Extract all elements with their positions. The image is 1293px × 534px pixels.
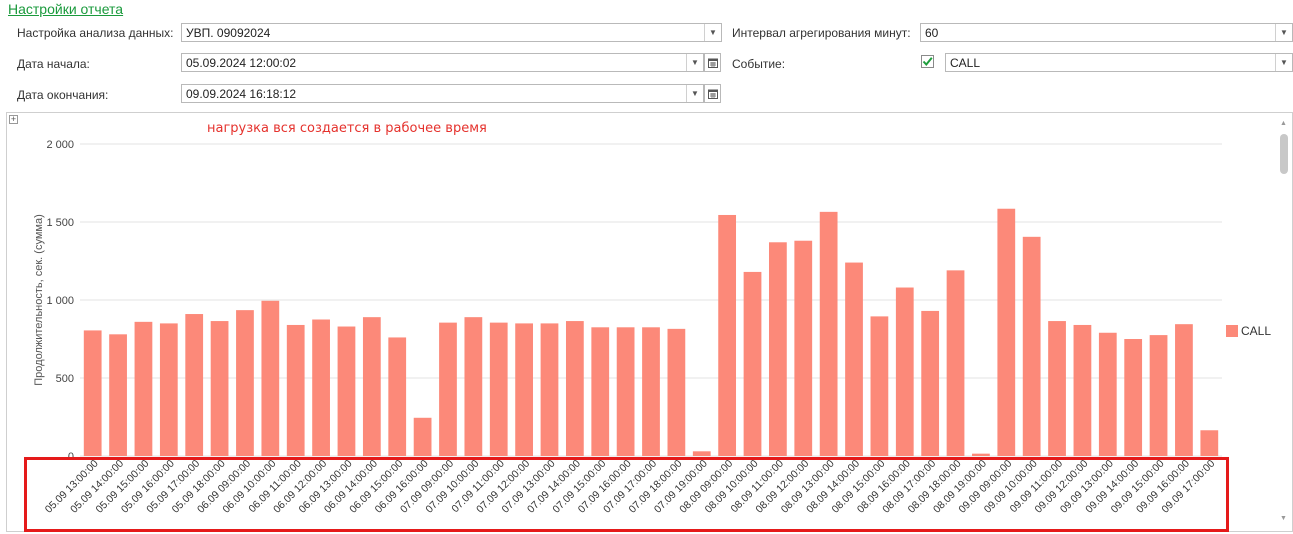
bar bbox=[439, 322, 457, 456]
bar bbox=[286, 324, 305, 456]
y-axis-label: Продолжительность, сек. (сумма) bbox=[33, 214, 45, 386]
scrollbar-thumb[interactable] bbox=[1280, 134, 1288, 174]
bar bbox=[845, 262, 863, 456]
bar-chart: 05001 0001 5002 000Продолжительность, се… bbox=[33, 139, 1222, 516]
bar bbox=[464, 317, 483, 456]
bar bbox=[489, 322, 508, 456]
scroll-up-icon[interactable]: ▲ bbox=[1280, 120, 1287, 127]
legend-label: CALL bbox=[1241, 324, 1272, 338]
bar bbox=[616, 327, 635, 456]
bar bbox=[159, 323, 178, 456]
highlight-frame bbox=[24, 457, 1229, 532]
bar bbox=[1022, 236, 1041, 456]
bar bbox=[921, 310, 940, 456]
bar bbox=[185, 314, 204, 456]
bar bbox=[109, 334, 127, 456]
bar bbox=[210, 321, 229, 456]
bar bbox=[337, 326, 356, 456]
bar bbox=[667, 328, 686, 456]
bar bbox=[718, 214, 737, 456]
bar bbox=[236, 310, 254, 456]
bar bbox=[1124, 339, 1143, 456]
chart-annotation: нагрузка вся создается в рабочее время bbox=[207, 121, 487, 136]
bar bbox=[895, 287, 914, 456]
bar bbox=[794, 240, 813, 456]
bar bbox=[362, 317, 381, 456]
bar bbox=[1200, 430, 1219, 456]
bar bbox=[388, 337, 407, 456]
bar bbox=[997, 208, 1016, 456]
legend-swatch bbox=[1226, 325, 1238, 337]
bar bbox=[565, 321, 584, 456]
y-tick-label: 1 000 bbox=[46, 295, 74, 307]
y-tick-label: 500 bbox=[56, 373, 74, 385]
bar bbox=[1098, 332, 1117, 456]
bar bbox=[134, 321, 153, 456]
scroll-down-icon[interactable]: ▼ bbox=[1280, 515, 1287, 522]
bar bbox=[819, 211, 838, 456]
bar bbox=[769, 242, 787, 456]
bar bbox=[261, 300, 280, 456]
bar bbox=[692, 451, 711, 456]
bar bbox=[870, 316, 889, 456]
bar bbox=[972, 453, 990, 456]
y-tick-label: 2 000 bbox=[46, 139, 74, 151]
bar bbox=[946, 270, 965, 456]
bar bbox=[1175, 324, 1193, 456]
bar bbox=[743, 271, 762, 456]
bar bbox=[83, 330, 102, 456]
bar bbox=[642, 327, 660, 456]
bar bbox=[413, 417, 432, 456]
bar bbox=[312, 319, 330, 456]
bar bbox=[1048, 321, 1066, 456]
bar bbox=[1073, 324, 1092, 456]
bar bbox=[540, 323, 559, 456]
bar bbox=[591, 327, 610, 456]
bar bbox=[515, 323, 533, 456]
y-tick-label: 1 500 bbox=[46, 217, 74, 229]
bar bbox=[1149, 335, 1168, 456]
